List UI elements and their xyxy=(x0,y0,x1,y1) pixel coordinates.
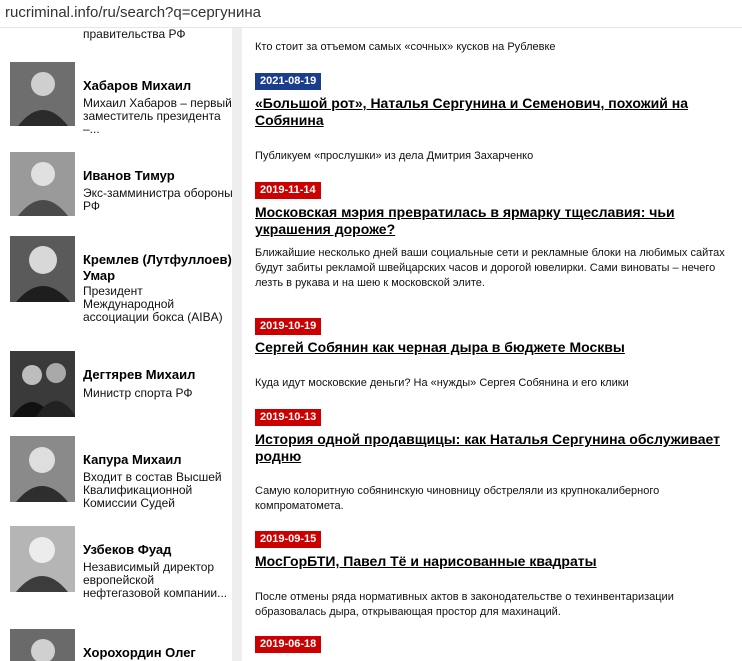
person-name[interactable]: Дегтярев Михаил xyxy=(83,367,232,383)
person-photo-icon xyxy=(10,629,75,661)
person-photo[interactable] xyxy=(10,436,75,502)
person-photo-icon xyxy=(10,236,75,302)
result-date: 2019-10-13 xyxy=(255,409,322,426)
column-divider xyxy=(232,28,242,661)
result-title-link[interactable]: Сергей Собянин как черная дыра в бюджете… xyxy=(255,339,730,356)
url-text[interactable]: rucriminal.info/ru/search?q=сергунина xyxy=(5,4,261,21)
person-photo[interactable] xyxy=(10,62,75,126)
result-lead: Кто стоит за отъемом самых «сочных» куск… xyxy=(255,41,556,53)
result-title-link[interactable]: История одной продавщицы: как Наталья Се… xyxy=(255,431,730,465)
search-results: Кто стоит за отъемом самых «сочных» куск… xyxy=(242,28,742,661)
result-lead: Самую колоритную собянинскую чиновницу о… xyxy=(255,485,660,512)
person-photo-icon xyxy=(10,152,75,216)
result-title-link[interactable]: «Большой рот», Наталья Сергунина и Семен… xyxy=(255,95,730,129)
person-photo[interactable] xyxy=(10,152,75,216)
sidebar-people-list: правительства РФ Хабаров Михаил Михаил Х… xyxy=(0,28,232,661)
person-photo[interactable] xyxy=(10,526,75,592)
person-photo[interactable] xyxy=(10,629,75,661)
person-name[interactable]: Кремлев (Лутфуллоев) Умар xyxy=(83,252,232,284)
result-lead: Ближайшие несколько дней ваши социальные… xyxy=(255,247,725,289)
previous-person-desc: правительства РФ xyxy=(83,28,186,41)
person-desc: Независимый директор европейской нефтега… xyxy=(83,560,228,600)
result-lead: Куда идут московские деньги? На «нужды» … xyxy=(255,377,629,389)
person-name[interactable]: Капура Михаил xyxy=(83,452,232,468)
result-date: 2019-06-18 xyxy=(255,636,322,653)
result-lead: Публикуем «прослушки» из дела Дмитрия За… xyxy=(255,150,534,162)
person-photo-icon xyxy=(10,351,75,417)
person-name[interactable]: Хабаров Михаил xyxy=(83,78,232,94)
person-name[interactable]: Узбеков Фуад xyxy=(83,542,232,558)
result-date: 2021-08-19 xyxy=(255,73,322,90)
person-photo[interactable] xyxy=(10,236,75,302)
browser-address-bar[interactable]: rucriminal.info/ru/search?q=сергунина xyxy=(0,0,742,28)
person-desc: Михаил Хабаров – первый заместитель през… xyxy=(83,96,232,136)
person-photo-icon xyxy=(10,62,75,126)
result-date: 2019-09-15 xyxy=(255,531,322,548)
person-photo[interactable] xyxy=(10,351,75,417)
person-desc: Президент Международной ассоциации бокса… xyxy=(83,284,223,324)
person-desc: Входит в состав Высшей Квалификационной … xyxy=(83,470,222,510)
result-title-link[interactable]: МосГорБТИ, Павел Тё и нарисованные квадр… xyxy=(255,553,730,570)
result-date: 2019-11-14 xyxy=(255,182,321,199)
result-lead: После отмены ряда нормативных актов в за… xyxy=(255,591,674,618)
person-photo-icon xyxy=(10,526,75,592)
result-date: 2019-10-19 xyxy=(255,318,322,335)
person-name[interactable]: Хорохордин Олег xyxy=(83,645,232,661)
person-desc: Экс-замминистра обороны РФ xyxy=(83,186,232,213)
person-desc: Министр спорта РФ xyxy=(83,386,193,400)
result-title-link[interactable]: Московская мэрия превратилась в ярмарку … xyxy=(255,204,730,238)
person-photo-icon xyxy=(10,436,75,502)
result-title-text[interactable]: «Большой рот», Наталья Сергунина и Семен… xyxy=(255,95,688,128)
person-name[interactable]: Иванов Тимур xyxy=(83,168,232,184)
